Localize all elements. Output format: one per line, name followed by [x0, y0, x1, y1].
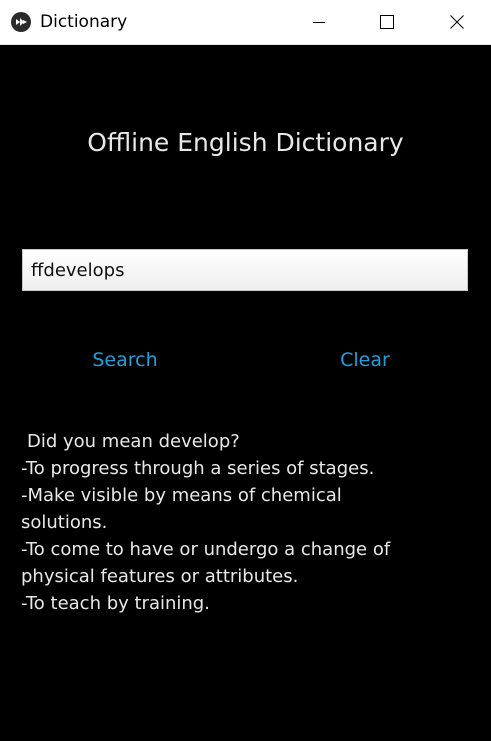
window-titlebar[interactable]: Dictionary — [0, 0, 491, 45]
window-title: Dictionary — [40, 12, 128, 32]
maximize-icon — [380, 15, 394, 29]
definition-line: -To progress through a series of stages. — [21, 458, 375, 479]
maximize-button[interactable] — [364, 0, 410, 44]
search-button[interactable]: Search — [89, 343, 161, 377]
clear-button[interactable]: Clear — [337, 343, 393, 377]
search-input[interactable] — [22, 249, 468, 291]
kivy-logo-icon — [11, 12, 31, 32]
minimize-button[interactable] — [296, 0, 342, 44]
suggestion-line: Did you mean develop? — [27, 431, 240, 452]
close-button[interactable] — [434, 0, 480, 44]
definition-result: Did you mean develop? -To progress throu… — [21, 428, 471, 617]
definition-line: solutions. — [21, 512, 108, 533]
definition-line: -To teach by training. — [21, 593, 210, 614]
definition-line: physical features or attributes. — [21, 566, 299, 587]
definition-line: -To come to have or undergo a change of — [21, 539, 391, 560]
close-icon — [450, 15, 464, 29]
app-window: Dictionary Offline English Dictionary Se… — [0, 0, 491, 741]
app-heading: Offline English Dictionary — [87, 128, 404, 157]
definition-line: -Make visible by means of chemical — [21, 485, 342, 506]
minimize-icon — [313, 22, 325, 23]
